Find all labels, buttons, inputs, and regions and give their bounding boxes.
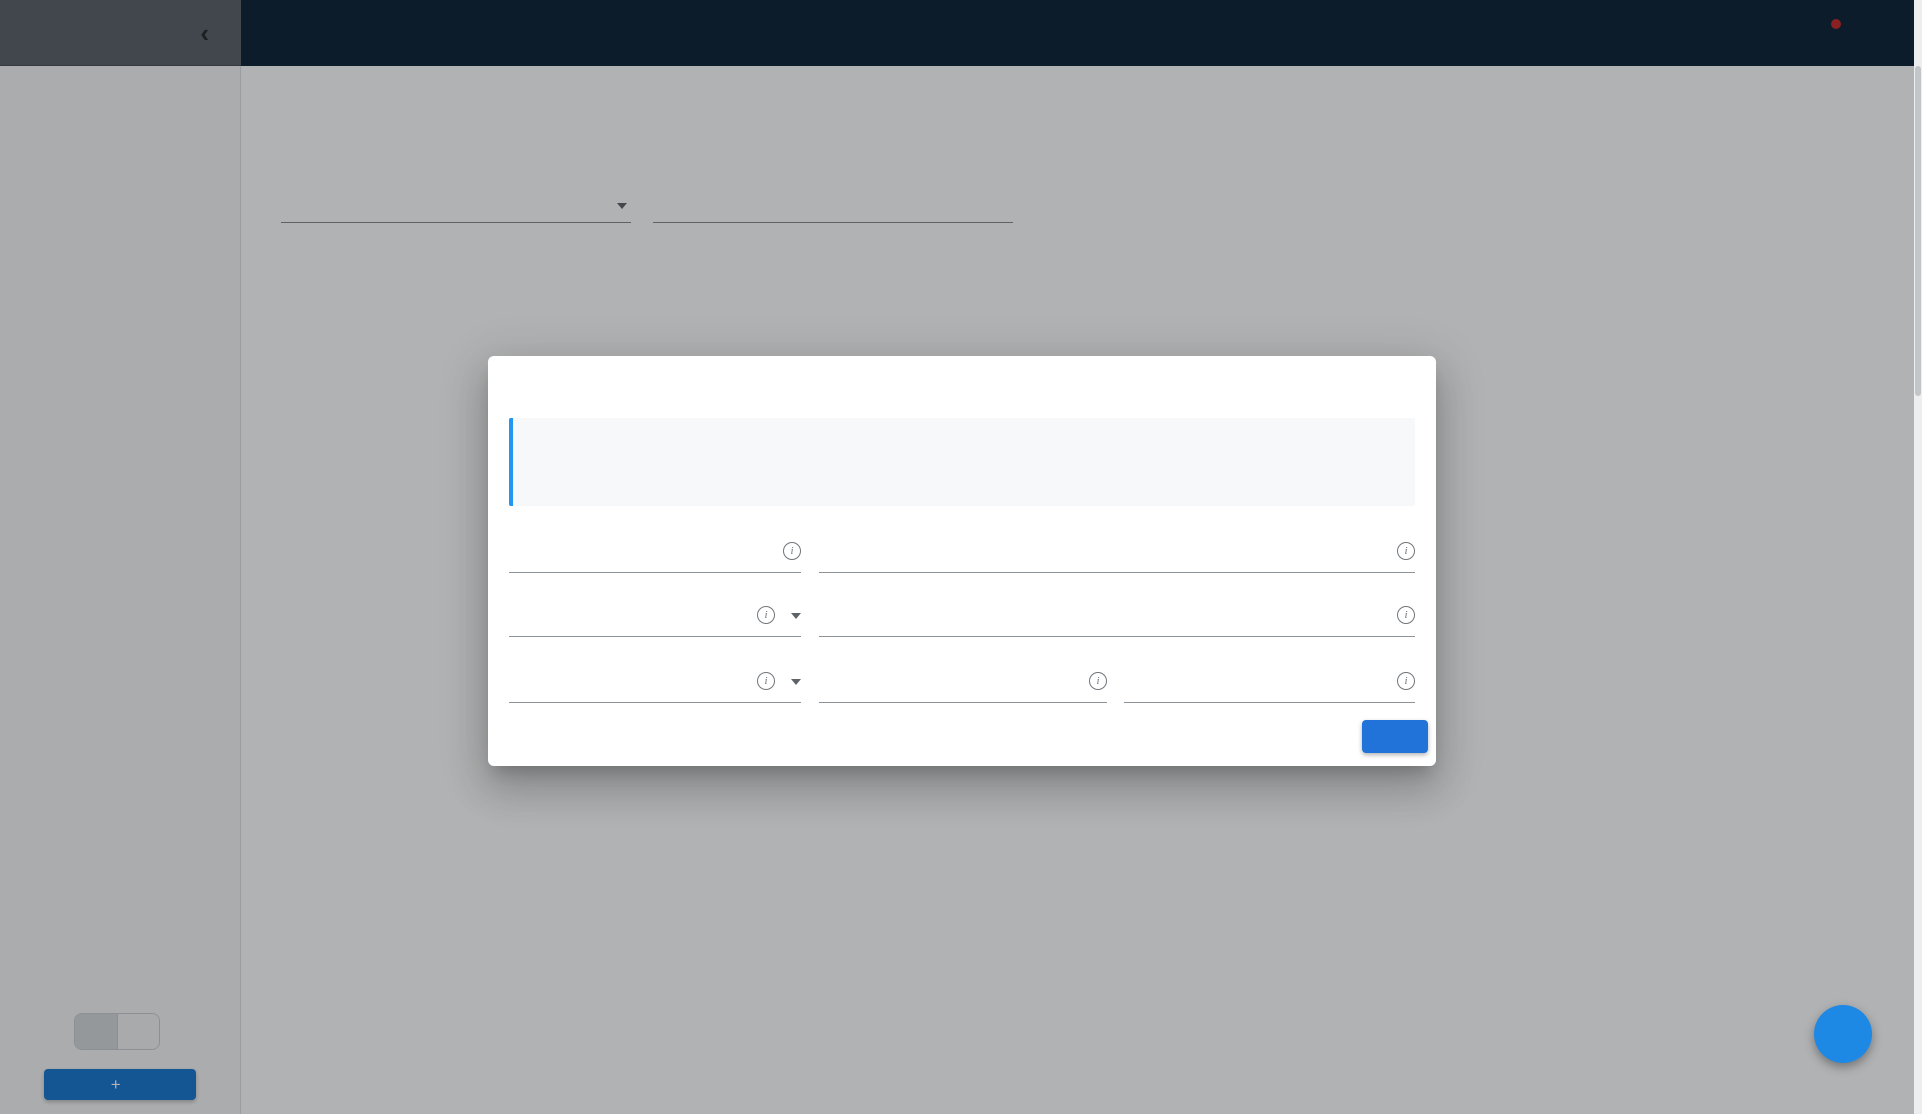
page-scrollbar <box>1914 0 1922 1114</box>
start-version-field: i <box>819 646 1107 703</box>
info-tooltip-icon[interactable]: i <box>1397 542 1415 560</box>
info-tooltip-icon[interactable]: i <box>1397 606 1415 624</box>
check-circle-icon <box>510 606 528 624</box>
info-tooltip-icon[interactable]: i <box>1089 672 1107 690</box>
chevron-down-icon[interactable] <box>791 613 801 619</box>
suffix-field: i <box>1124 646 1415 703</box>
component-name-field: i <box>509 516 801 573</box>
chevron-down-icon[interactable] <box>791 679 801 685</box>
dialog-actions <box>488 708 1436 766</box>
scrollbar-thumb[interactable] <box>1915 66 1921 396</box>
fastapi-icon <box>685 452 702 469</box>
python-icon <box>829 452 846 469</box>
python-icon <box>537 452 554 469</box>
description-input[interactable] <box>819 540 1381 558</box>
repository-name-field: i <box>819 580 1415 637</box>
git-server-field[interactable]: i <box>509 580 801 637</box>
versioning-type-field[interactable]: i <box>509 646 801 703</box>
suffix-input[interactable] <box>1124 670 1381 688</box>
template-summary-panel <box>509 418 1415 506</box>
component-name-input[interactable] <box>509 540 767 558</box>
chat-fab-button[interactable] <box>1814 1005 1872 1063</box>
create-application-dialog: i i i i i i i <box>488 356 1436 766</box>
start-version-input[interactable] <box>819 670 1073 688</box>
info-tooltip-icon[interactable]: i <box>757 606 775 624</box>
info-tooltip-icon[interactable]: i <box>783 542 801 560</box>
description-field: i <box>819 516 1415 573</box>
info-tooltip-icon[interactable]: i <box>757 672 775 690</box>
info-tooltip-icon[interactable]: i <box>1397 672 1415 690</box>
create-button[interactable] <box>1362 720 1428 753</box>
